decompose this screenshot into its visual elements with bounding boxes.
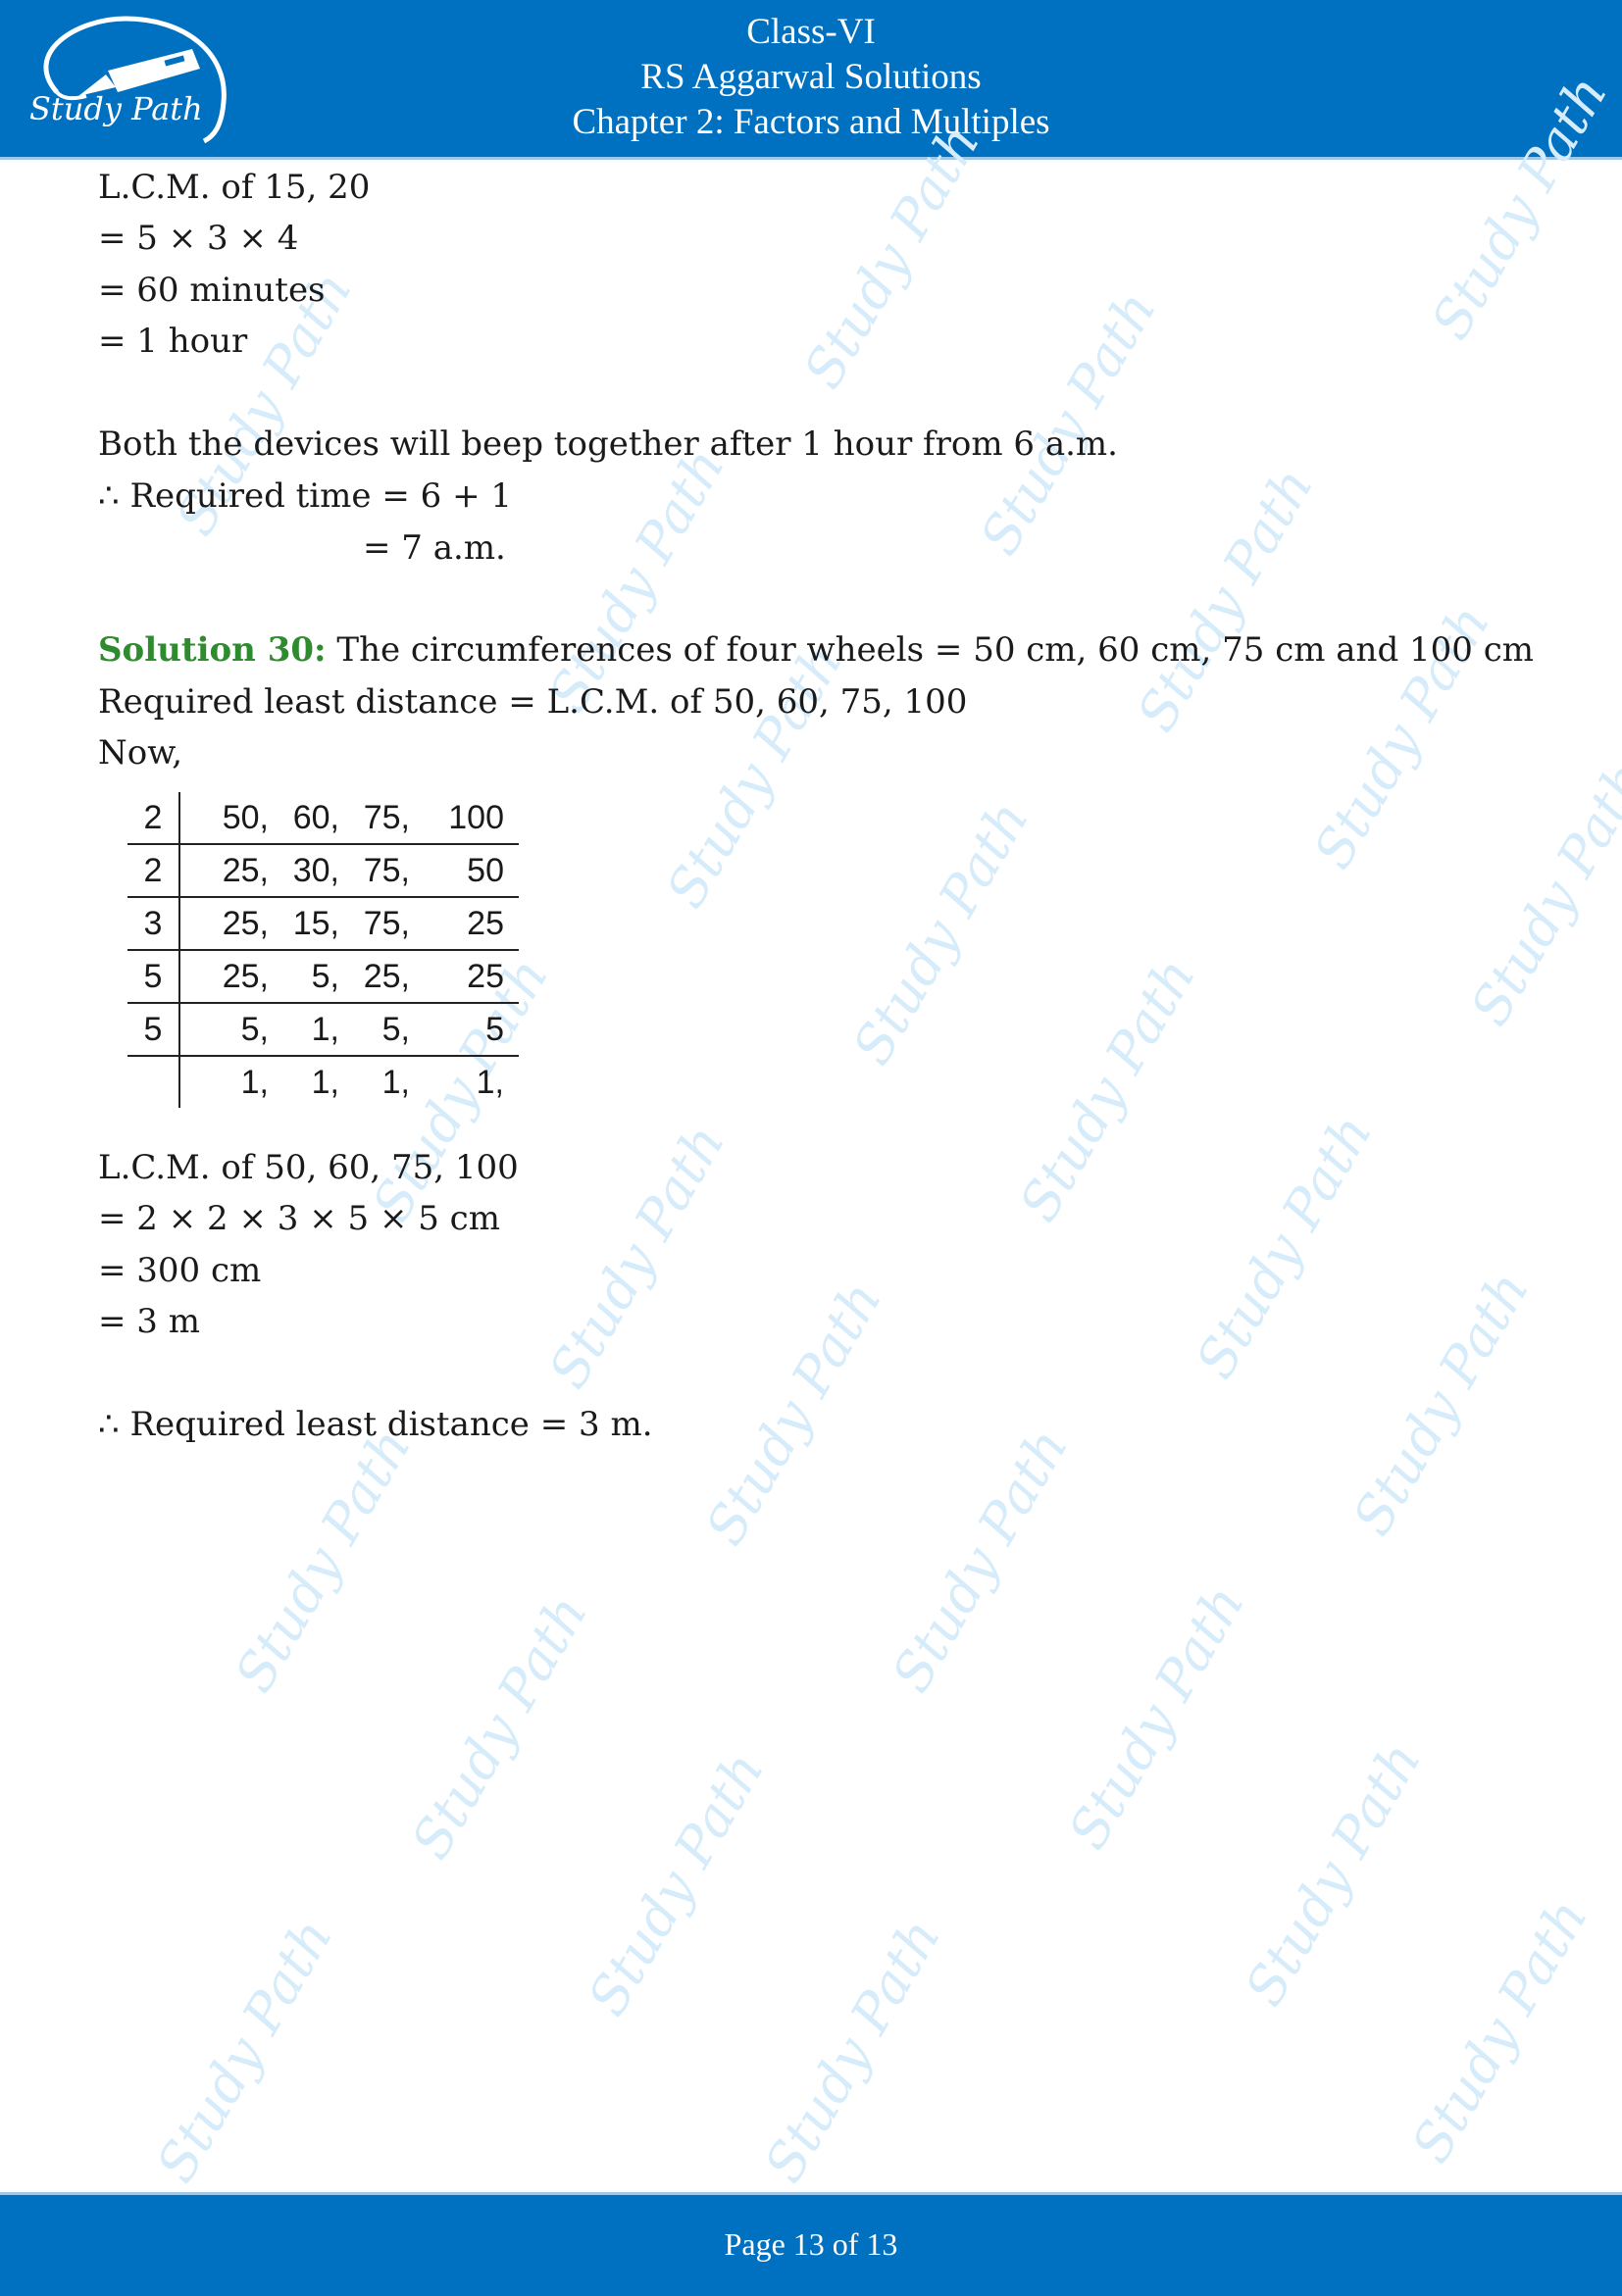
quotient-value: 25 — [467, 957, 504, 995]
quotient-value: 1, — [311, 1063, 339, 1101]
watermark: Study Path — [1007, 947, 1208, 1232]
watermark: Study Path — [840, 790, 1041, 1075]
divisor-cell: 2 — [127, 792, 180, 845]
now-line: Now, — [98, 733, 183, 773]
lcm-division-table: 2 50, 60, 75, 100 2 25, 30, 75, 50 3 25, 15, 75, 25 5 25… — [127, 792, 519, 1108]
quotient-value: 100 — [448, 798, 504, 836]
quotient-value: 5 — [485, 1010, 504, 1048]
divisor-cell — [127, 1056, 180, 1108]
lcm-result-heading: L.C.M. of 50, 60, 75, 100 — [98, 1148, 519, 1187]
solution-30-statement: Solution 30: The circumferences of four … — [98, 624, 1534, 675]
division-row: 2 50, 60, 75, 100 — [127, 792, 519, 845]
quotient-cell: 25, 30, 75, 50 — [179, 844, 519, 898]
quotient-cell: 50, 60, 75, 100 — [179, 792, 519, 845]
lcm-15-20-line: L.C.M. of 15, 20 — [98, 168, 371, 207]
watermark: Study Path — [144, 1908, 345, 2193]
required-time-result: = 7 a.m. — [363, 528, 506, 568]
quotient-value: 15, — [292, 904, 339, 942]
division-row: 1, 1, 1, 1, — [127, 1056, 519, 1108]
page-header: Study Path Class-VI RS Aggarwal Solution… — [0, 0, 1622, 160]
quotient-cell: 25, 5, 25, 25 — [179, 950, 519, 1004]
quotient-value: 30, — [292, 851, 339, 889]
quotient-value: 60, — [292, 798, 339, 836]
header-class: Class-VI — [746, 12, 876, 52]
page-number: Page 13 of 13 — [724, 2226, 898, 2262]
quotient-value: 1, — [476, 1063, 504, 1101]
watermark: Study Path — [880, 1418, 1081, 1703]
quotient-value: 75, — [363, 798, 410, 836]
quotient-value: 1, — [311, 1010, 339, 1048]
divisor-cell: 5 — [127, 950, 180, 1004]
watermark: Study Path — [399, 1584, 600, 1870]
quotient-value: 25, — [363, 957, 410, 995]
page-footer: Page 13 of 13 — [0, 2192, 1622, 2296]
watermark: Study Path — [1056, 1574, 1257, 1860]
watermark: Study Path — [536, 1114, 737, 1399]
lcm-hour-line: = 1 hour — [98, 322, 248, 361]
beep-statement: Both the devices will beep together afte… — [98, 424, 1118, 464]
watermark: Study Path — [1458, 751, 1622, 1036]
watermark: Study Path — [1125, 457, 1326, 742]
quotient-value: 5, — [311, 957, 339, 995]
watermark: Study Path — [1341, 1261, 1542, 1546]
watermark: Study Path — [752, 1908, 953, 2193]
divisor-cell: 2 — [127, 844, 180, 898]
quotient-value: 75, — [363, 904, 410, 942]
quotient-value: 50, — [222, 798, 269, 836]
watermark: Study Path — [1184, 1104, 1385, 1389]
watermark: Study Path — [1399, 1888, 1600, 2173]
division-row: 5 25, 5, 25, 25 — [127, 950, 519, 1004]
conclusion-line: ∴ Required least distance = 3 m. — [98, 1405, 653, 1444]
quotient-value: 1, — [381, 1063, 410, 1101]
lcm-result-cm: = 300 cm — [98, 1251, 262, 1290]
division-row: 3 25, 15, 75, 25 — [127, 897, 519, 951]
quotient-value: 75, — [363, 851, 410, 889]
lcm-product-line: = 5 × 3 × 4 — [98, 219, 299, 258]
solution-label: Solution 30: — [98, 630, 327, 670]
quotient-value: 25, — [222, 904, 269, 942]
division-row: 2 25, 30, 75, 50 — [127, 844, 519, 898]
watermark: Study Path — [693, 1271, 894, 1556]
division-row: 5 5, 1, 5, 5 — [127, 1003, 519, 1057]
header-book-title: RS Aggarwal Solutions — [640, 57, 982, 97]
divisor-cell: 3 — [127, 897, 180, 951]
watermark: Study Path — [576, 1741, 777, 2026]
quotient-value: 25, — [222, 851, 269, 889]
lcm-result-product: = 2 × 2 × 3 × 5 × 5 cm — [98, 1199, 500, 1238]
quotient-value: 50 — [467, 851, 504, 889]
divisor-cell: 5 — [127, 1003, 180, 1057]
lcm-minutes-line: = 60 minutes — [98, 271, 326, 310]
header-chapter: Chapter 2: Factors and Multiples — [572, 102, 1050, 142]
quotient-value: 5, — [240, 1010, 269, 1048]
quotient-value: 1, — [240, 1063, 269, 1101]
lcm-result-m: = 3 m — [98, 1302, 200, 1341]
required-distance-line: Required least distance = L.C.M. of 50, … — [98, 682, 968, 722]
quotient-cell: 25, 15, 75, 25 — [179, 897, 519, 951]
required-time-line: ∴ Required time = 6 + 1 — [98, 476, 513, 516]
watermark: Study Path — [1233, 1731, 1434, 2017]
quotient-cell: 1, 1, 1, 1, — [179, 1056, 519, 1108]
quotient-value: 25, — [222, 957, 269, 995]
solution-statement-text: The circumferences of four wheels = 50 c… — [326, 630, 1535, 670]
quotient-cell: 5, 1, 5, 5 — [179, 1003, 519, 1057]
quotient-value: 5, — [381, 1010, 410, 1048]
quotient-value: 25 — [467, 904, 504, 942]
watermark: Study Path — [223, 1418, 424, 1703]
